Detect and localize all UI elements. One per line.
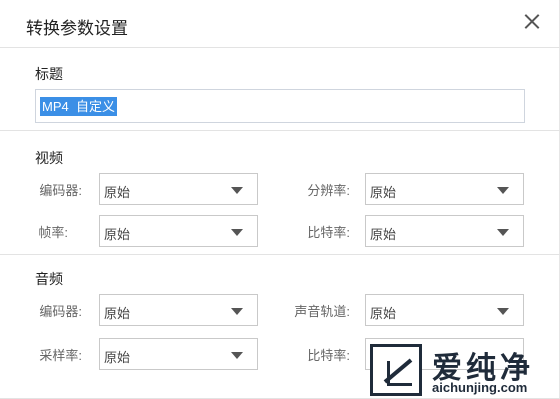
audio-samplerate-select[interactable]: 原始 xyxy=(99,338,258,370)
dialog-title: 转换参数设置 xyxy=(26,19,128,38)
audio-channel-value: 原始 xyxy=(370,306,397,321)
conversion-settings-dialog: 转换参数设置 标题 MP4 自定义 视频 编码器: 原始 分辨率: 原始 帧率:… xyxy=(0,0,560,399)
audio-channel-label: 声音轨道: xyxy=(294,304,350,319)
dialog-header: 转换参数设置 xyxy=(0,0,560,48)
video-resolution-label: 分辨率: xyxy=(307,183,350,198)
audio-section-label: 音频 xyxy=(35,271,63,287)
title-input[interactable]: MP4 自定义 xyxy=(35,89,525,123)
video-section-label: 视频 xyxy=(35,150,63,166)
video-framerate-label: 帧率: xyxy=(38,225,68,240)
close-icon[interactable] xyxy=(520,10,544,34)
chevron-down-icon xyxy=(231,229,243,236)
audio-bitrate-label: 比特率: xyxy=(307,348,350,363)
audio-samplerate-label: 采样率: xyxy=(39,348,82,363)
video-encoder-label: 编码器: xyxy=(39,183,82,198)
video-bitrate-label: 比特率: xyxy=(307,225,350,240)
video-resolution-value: 原始 xyxy=(370,185,397,200)
title-section: 标题 MP4 自定义 xyxy=(0,49,560,131)
chevron-down-icon xyxy=(231,352,243,359)
chevron-down-icon xyxy=(497,187,509,194)
watermark-logo-icon xyxy=(370,344,422,396)
chevron-down-icon xyxy=(497,308,509,315)
video-section: 视频 编码器: 原始 分辨率: 原始 帧率: 原始 比特率: 原始 xyxy=(0,132,560,255)
title-section-label: 标题 xyxy=(35,66,63,82)
title-input-value: MP4 自定义 xyxy=(40,97,117,116)
audio-samplerate-value: 原始 xyxy=(104,350,131,365)
site-watermark: 爱纯净 aichunjing.com xyxy=(366,340,560,399)
audio-channel-select[interactable]: 原始 xyxy=(365,294,524,326)
video-encoder-value: 原始 xyxy=(104,185,131,200)
video-encoder-select[interactable]: 原始 xyxy=(99,173,258,205)
video-resolution-select[interactable]: 原始 xyxy=(365,173,524,205)
audio-encoder-value: 原始 xyxy=(104,306,131,321)
video-bitrate-select[interactable]: 原始 xyxy=(365,215,524,247)
chevron-down-icon xyxy=(231,308,243,315)
video-bitrate-value: 原始 xyxy=(370,227,397,242)
video-framerate-value: 原始 xyxy=(104,227,131,242)
video-framerate-select[interactable]: 原始 xyxy=(99,215,258,247)
watermark-url: aichunjing.com xyxy=(432,380,528,395)
chevron-down-icon xyxy=(497,229,509,236)
audio-encoder-label: 编码器: xyxy=(39,304,82,319)
chevron-down-icon xyxy=(231,187,243,194)
audio-encoder-select[interactable]: 原始 xyxy=(99,294,258,326)
